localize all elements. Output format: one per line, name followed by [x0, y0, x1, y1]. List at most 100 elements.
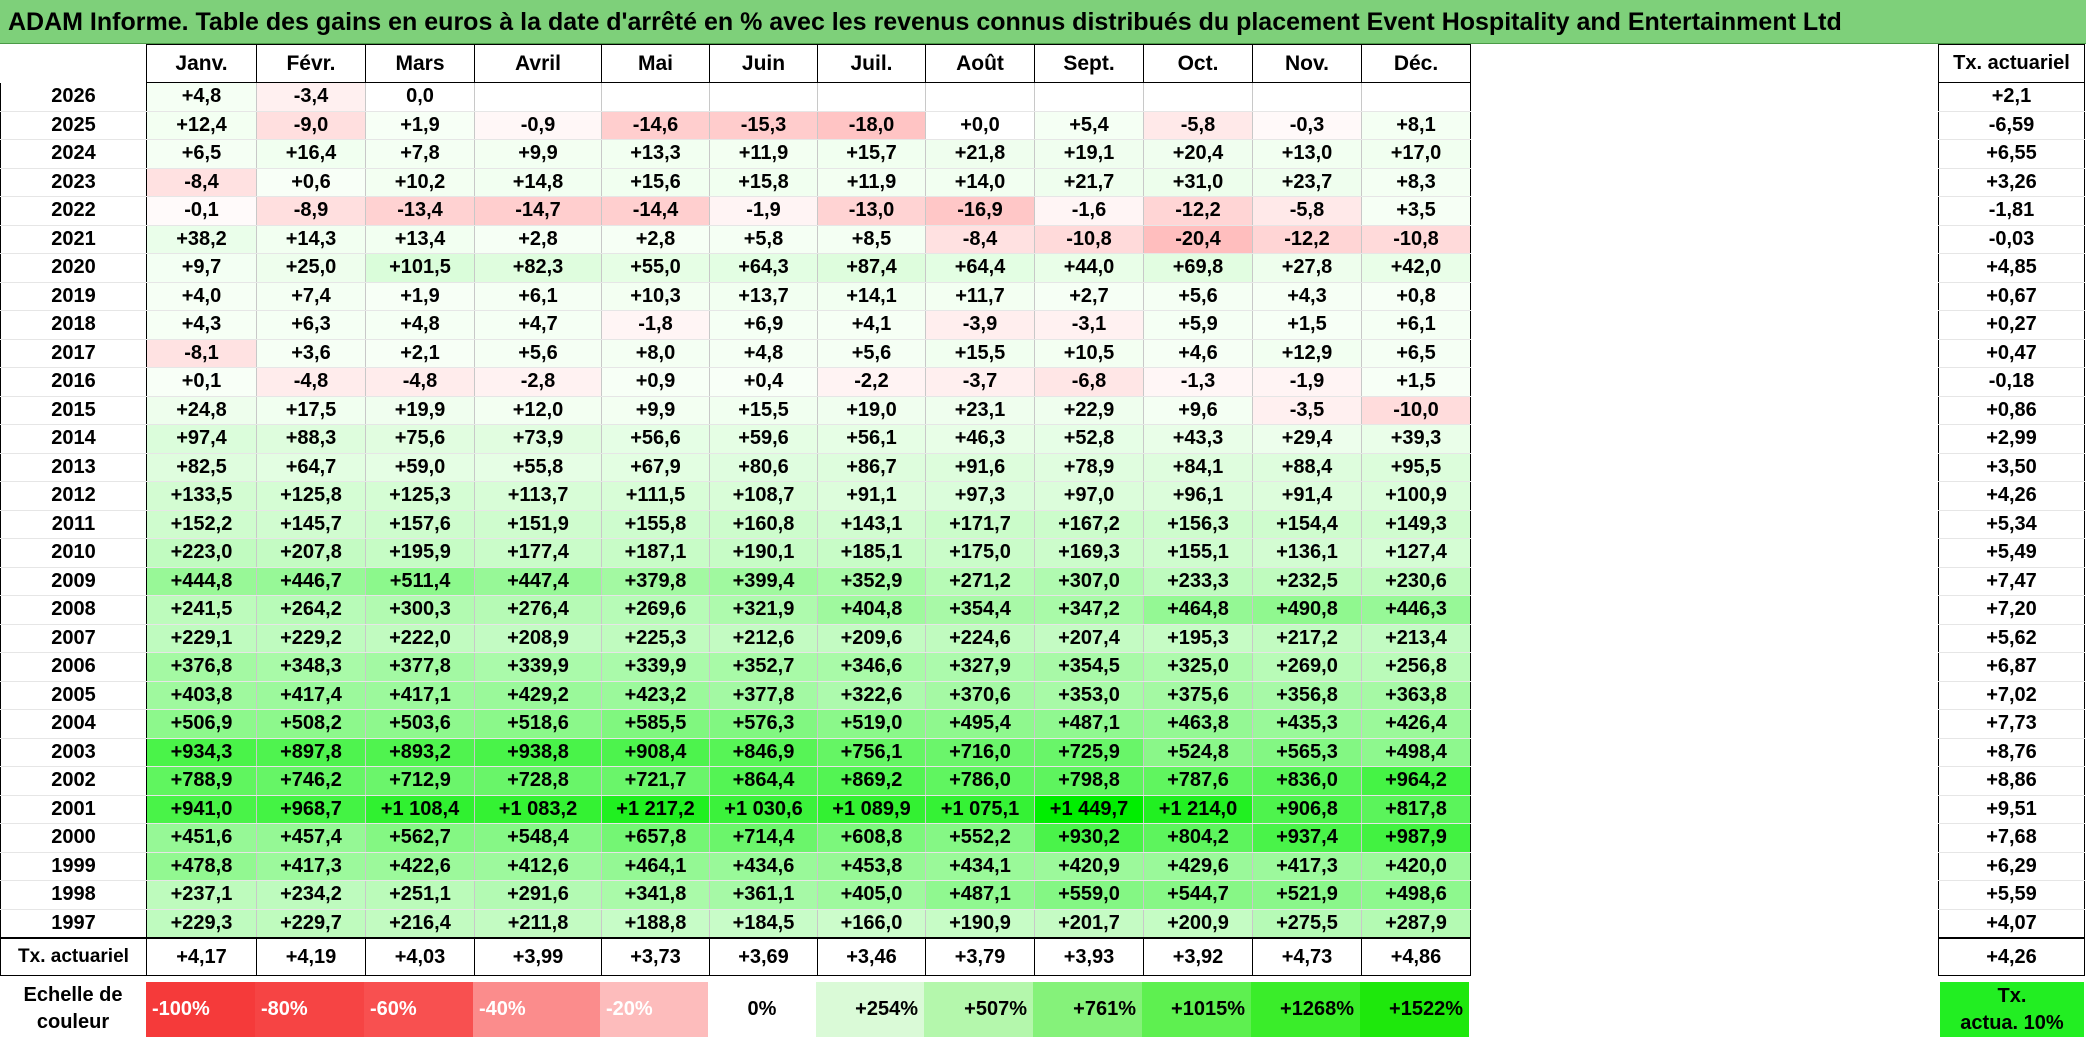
gain-cell: +325,0	[1143, 652, 1253, 682]
report-title: ADAM Informe. Table des gains en euros à…	[0, 0, 2086, 44]
gain-cell: +721,7	[601, 766, 710, 796]
table-row: 2015 +24,8 +17,5 +19,9 +12,0 +9,9 +15,5 +19,0 +2…	[0, 396, 1471, 425]
gain-cell: +506,9	[146, 709, 257, 739]
gain-cell: +291,6	[474, 880, 602, 910]
rate-cell: +7,20	[1938, 595, 2085, 625]
gain-cell: +420,0	[1361, 852, 1471, 881]
gain-cell: +91,4	[1252, 481, 1362, 511]
gain-cell: +426,4	[1361, 709, 1471, 739]
table-row: 2006 +376,8 +348,3 +377,8 +339,9 +339,9 +352,7…	[0, 652, 1471, 682]
gain-cell	[1034, 82, 1144, 112]
gain-cell: +96,1	[1143, 481, 1253, 511]
rate-cell: +5,49	[1938, 538, 2085, 568]
table-row: +6,29	[1938, 852, 2085, 881]
table-row: 2020 +9,7 +25,0 +101,5 +82,3 +55,0 +64,3 +87,4 +…	[0, 253, 1471, 283]
month-rate-cell: +3,73	[601, 937, 710, 976]
rate-cell: +0,47	[1938, 339, 2085, 368]
rate-cell: +0,27	[1938, 310, 2085, 340]
gain-cell: +195,3	[1143, 624, 1253, 653]
month-header: Avril	[474, 44, 602, 83]
color-scale-step: -60%	[364, 982, 473, 1037]
gain-cell: +429,2	[474, 681, 602, 710]
gain-cell: +417,4	[256, 681, 366, 710]
gain-cell: +44,0	[1034, 253, 1144, 283]
gain-cell	[925, 82, 1035, 112]
gain-cell: +937,4	[1252, 823, 1362, 853]
month-header: Août	[925, 44, 1035, 83]
gain-cell: +6,5	[146, 139, 257, 169]
table-row: -6,59	[1938, 111, 2085, 140]
gain-cell: +9,7	[146, 253, 257, 283]
color-scale-step: +1522%	[1360, 982, 1469, 1037]
year-label: 1997	[0, 909, 147, 939]
gain-cell: -1,9	[1252, 367, 1362, 397]
gain-cell: +212,6	[709, 624, 818, 653]
gain-cell: +5,4	[1034, 111, 1144, 140]
gain-cell: +143,1	[817, 510, 926, 539]
table-row: -1,81	[1938, 196, 2085, 226]
gain-cell: +275,5	[1252, 909, 1362, 939]
gain-cell	[474, 82, 602, 112]
gain-cell: +379,8	[601, 567, 710, 596]
gain-cell: -2,8	[474, 367, 602, 397]
gain-cell: +10,3	[601, 282, 710, 311]
color-scale-step: +507%	[924, 982, 1033, 1037]
table-row: 2022 -0,1 -8,9 -13,4 -14,7 -14,4 -1,9 -13,0 -16,…	[0, 196, 1471, 226]
gain-cell: +169,3	[1034, 538, 1144, 568]
gain-cell: +353,0	[1034, 681, 1144, 710]
gain-cell: +434,6	[709, 852, 818, 881]
table-row: 2023 -8,4 +0,6 +10,2 +14,8 +15,6 +15,8 +11,9 +14…	[0, 168, 1471, 197]
gain-cell: +417,3	[1252, 852, 1362, 881]
gain-cell: +224,6	[925, 624, 1035, 653]
gain-cell: +213,4	[1361, 624, 1471, 653]
gain-cell: +229,2	[256, 624, 366, 653]
gain-cell: +405,0	[817, 880, 926, 910]
gain-cell: +377,8	[365, 652, 475, 682]
color-scale-step: -100%	[146, 982, 255, 1037]
gain-cell: +352,9	[817, 567, 926, 596]
year-label: 1998	[0, 880, 147, 910]
table-row: +6,87	[1938, 652, 2085, 682]
rate-cell: +2,1	[1938, 82, 2085, 112]
gain-cell: +361,1	[709, 880, 818, 910]
gain-cell: +19,0	[817, 396, 926, 425]
gain-cell: +21,7	[1034, 168, 1144, 197]
table-row: +7,47	[1938, 567, 2085, 596]
table-row: +4,26	[1938, 481, 2085, 511]
gain-cell: +256,8	[1361, 652, 1471, 682]
gain-cell: +552,2	[925, 823, 1035, 853]
gain-cell: +269,6	[601, 595, 710, 625]
gain-cell: +8,0	[601, 339, 710, 368]
gain-cell: +38,2	[146, 225, 257, 254]
gain-cell: +151,9	[474, 510, 602, 539]
gain-cell: +1 030,6	[709, 795, 818, 824]
gain-cell: +897,8	[256, 738, 366, 767]
gain-cell: +113,7	[474, 481, 602, 511]
gain-cell: +1 075,1	[925, 795, 1035, 824]
gain-cell: +3,6	[256, 339, 366, 368]
gain-cell: +12,4	[146, 111, 257, 140]
gain-cell: +798,8	[1034, 766, 1144, 796]
rate-cell: +4,07	[1938, 909, 2085, 939]
gain-cell: +13,4	[365, 225, 475, 254]
gain-cell: +817,8	[1361, 795, 1471, 824]
gain-cell: +13,7	[709, 282, 818, 311]
gain-cell: +136,1	[1252, 538, 1362, 568]
rate-cell: +7,02	[1938, 681, 2085, 710]
gain-cell: +14,0	[925, 168, 1035, 197]
gain-cell: +5,9	[1143, 310, 1253, 340]
gain-cell: +6,1	[474, 282, 602, 311]
rate-cell: +9,51	[1938, 795, 2085, 824]
gain-cell: +354,4	[925, 595, 1035, 625]
gain-cell: +1,5	[1361, 367, 1471, 397]
color-scale-step: -20%	[600, 982, 708, 1037]
table-row: +0,47	[1938, 339, 2085, 368]
gain-cell: +464,8	[1143, 595, 1253, 625]
gain-cell: +22,9	[1034, 396, 1144, 425]
gain-cell: -2,2	[817, 367, 926, 397]
gain-cell: +1 083,2	[474, 795, 602, 824]
gain-cell: +223,0	[146, 538, 257, 568]
gain-cell: +6,5	[1361, 339, 1471, 368]
gain-cell	[601, 82, 710, 112]
gain-cell: +217,2	[1252, 624, 1362, 653]
